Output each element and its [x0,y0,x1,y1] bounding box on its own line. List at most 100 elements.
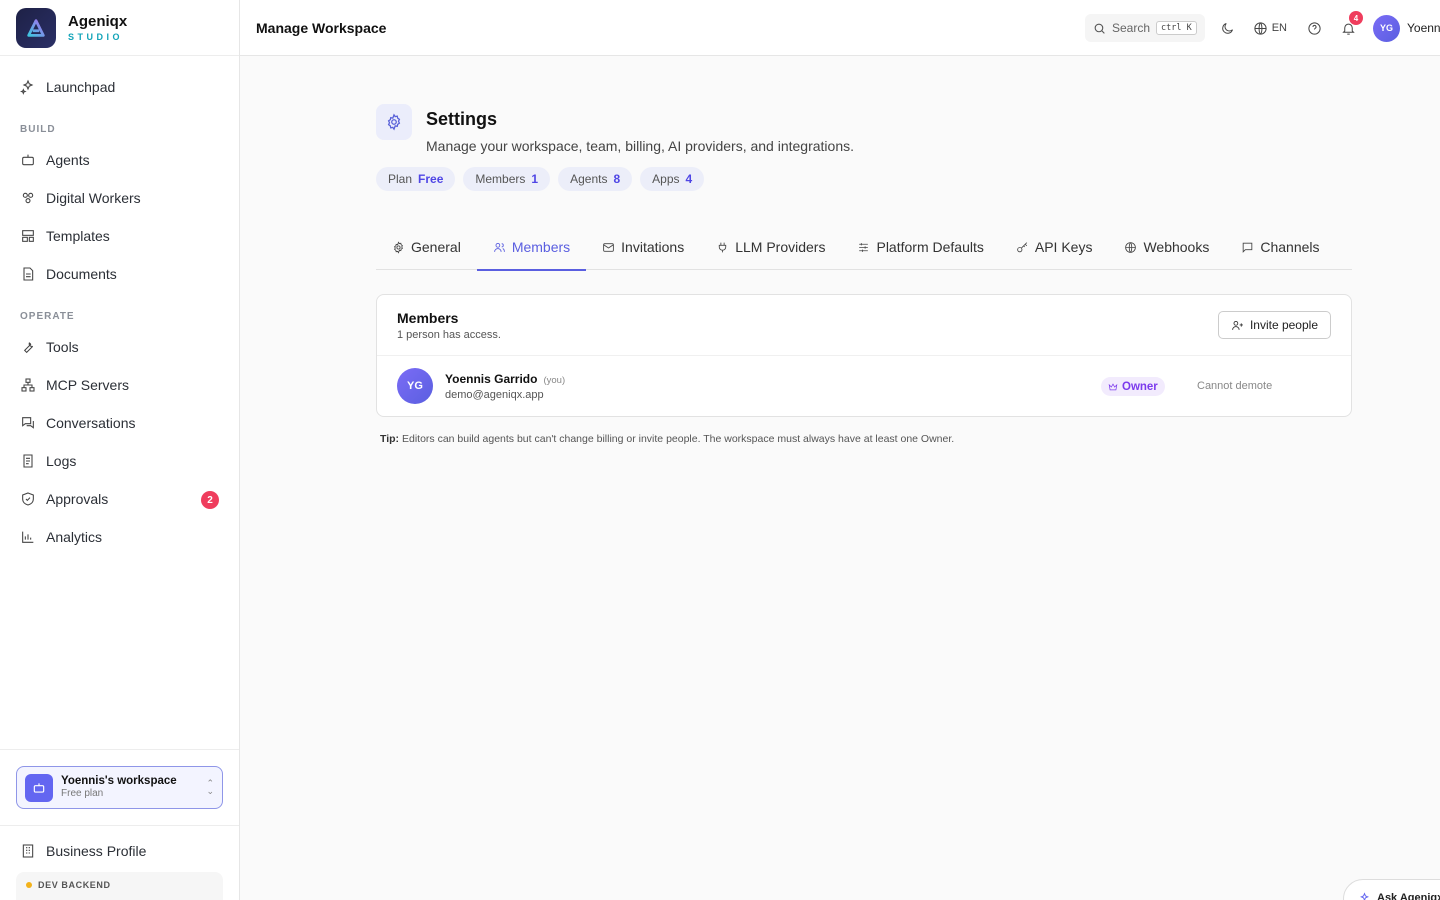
sidebar-item-mcp-servers[interactable]: MCP Servers [0,366,239,404]
moon-icon [1222,22,1234,34]
workspace-plan: Free plan [61,788,104,800]
network-icon [21,378,35,392]
settings-tabs: General Members Invitations LLM Provider… [376,224,1352,271]
nav-section-operate: OPERATE [20,311,75,322]
tab-llm-providers[interactable]: LLM Providers [700,224,841,270]
workspace-name: Yoennis's workspace [61,774,177,787]
tab-label: API Keys [1034,239,1093,255]
messages-icon [22,417,34,429]
workspace-bot-icon [25,773,53,802]
dev-backend-indicator: DEV BACKEND [16,872,223,900]
sidebar-item-approvals[interactable]: Approvals 2 [0,480,239,518]
sidebar-item-label: Conversations [46,415,136,431]
workspace-switcher[interactable]: Yoennis's workspace Free plan ⌃ ⌄ [16,766,223,809]
user-menu[interactable]: YG Yoennis [1373,14,1440,42]
tab-general[interactable]: General [376,224,477,270]
tip-label: Tip: [380,433,400,445]
avatar: YG [1373,14,1400,42]
notifications-button[interactable]: 4 [1339,11,1363,37]
approvals-badge: 2 [201,491,219,509]
tab-invitations[interactable]: Invitations [586,224,700,270]
sidebar-item-analytics[interactable]: Analytics [0,518,239,556]
tab-api-keys[interactable]: API Keys [1000,224,1109,270]
brand[interactable]: Ageniqx STUDIO [0,0,239,56]
sidebar-item-conversations[interactable]: Conversations [0,404,239,442]
tab-label: LLM Providers [735,239,826,255]
language-label: EN [1271,22,1287,34]
sidebar-nav: Launchpad BUILD Agents Digital Workers T… [0,56,239,568]
user-name: Yoennis [1407,21,1440,35]
theme-toggle[interactable] [1219,19,1237,37]
notification-badge: 4 [1349,11,1363,25]
tab-members[interactable]: Members [476,224,587,271]
pill-label: Members [475,172,526,186]
gear-icon [394,240,403,254]
member-name: Yoennis Garrido [445,371,538,386]
sidebar-item-label: Logs [46,453,77,469]
sidebar-item-label: Digital Workers [46,190,141,206]
sidebar-item-launchpad[interactable]: Launchpad [0,68,239,106]
settings-title: Settings [426,109,498,129]
role-label: Owner [1122,380,1158,393]
mail-icon [603,242,614,252]
tab-label: Webhooks [1143,239,1210,255]
settings-header: Settings Manage your workspace, team, bi… [376,104,1352,154]
sidebar-item-label: Documents [46,266,117,282]
status-dot [26,882,32,888]
members-card: Members 1 person has access. Invite peop… [376,294,1352,417]
shield-check-icon [22,492,34,506]
table-row: YG Yoennis Garrido (you) demo@ageniqx.app… [397,367,1331,405]
role-badge: Owner [1101,377,1165,396]
sidebar-item-business-profile[interactable]: Business Profile [0,832,239,870]
member-email: demo@ageniqx.app [445,388,544,401]
main-content: Settings Manage your workspace, team, bi… [376,56,1352,445]
sidebar-item-logs[interactable]: Logs [0,442,239,480]
invite-label: Invite people [1249,318,1318,332]
gear-icon [387,113,401,131]
ask-ai-button[interactable]: Ask Ageniqx [1343,879,1440,900]
tab-label: General [411,239,461,255]
settings-description: Manage your workspace, team, billing, AI… [426,138,855,154]
tab-webhooks[interactable]: Webhooks [1108,224,1225,270]
sidebar-item-templates[interactable]: Templates [0,217,239,255]
sidebar-item-label: Business Profile [46,843,147,859]
pill-plan: Plan Free [376,167,456,191]
tab-platform-defaults[interactable]: Platform Defaults [841,224,999,270]
tab-channels[interactable]: Channels [1225,224,1335,270]
globe-icon [1254,21,1267,35]
sidebar-item-label: Analytics [46,529,103,545]
sidebar: Ageniqx STUDIO Launchpad BUILD Agents Di… [0,0,240,900]
crown-icon [1108,382,1118,390]
cannot-demote-text: Cannot demote [1197,380,1273,392]
building-icon [22,844,34,858]
sidebar-item-digital-workers[interactable]: Digital Workers [0,179,239,217]
nav-section-build: BUILD [20,124,56,135]
plug-icon [719,242,727,252]
wrench-icon [23,342,34,354]
pill-value: 4 [685,172,693,186]
tip-body: Editors can build agents but can't chang… [399,433,955,445]
pill-label: Agents [570,172,608,186]
ask-label: Ask Ageniqx [1377,892,1440,900]
search-button[interactable]: Search ctrl K [1084,14,1205,42]
sidebar-item-documents[interactable]: Documents [0,255,239,293]
help-button[interactable] [1305,19,1323,37]
sidebar-item-agents[interactable]: Agents [0,141,239,179]
settings-icon-box [376,104,412,140]
invite-people-button[interactable]: Invite people [1217,311,1331,339]
pill-value: 1 [531,172,539,186]
pill-label: Apps [652,172,680,186]
sidebar-item-tools[interactable]: Tools [0,328,239,366]
chevrons-up-down-icon: ⌃ ⌄ [206,778,214,796]
message-square-icon [1243,242,1253,253]
search-icon [1094,23,1105,34]
sidebar-item-label: Approvals [46,491,109,507]
topbar: Manage Workspace Search ctrl K EN 4 YG Y… [240,0,1440,56]
pill-value: 8 [613,172,621,186]
tab-label: Channels [1260,239,1320,255]
stats-pills: Plan Free Members 1 Agents 8 Apps 4 [376,167,1352,191]
you-label: (you) [543,374,566,386]
members-card-title: Members [397,310,459,326]
tab-label: Invitations [621,239,685,255]
language-switcher[interactable]: EN [1253,21,1287,36]
